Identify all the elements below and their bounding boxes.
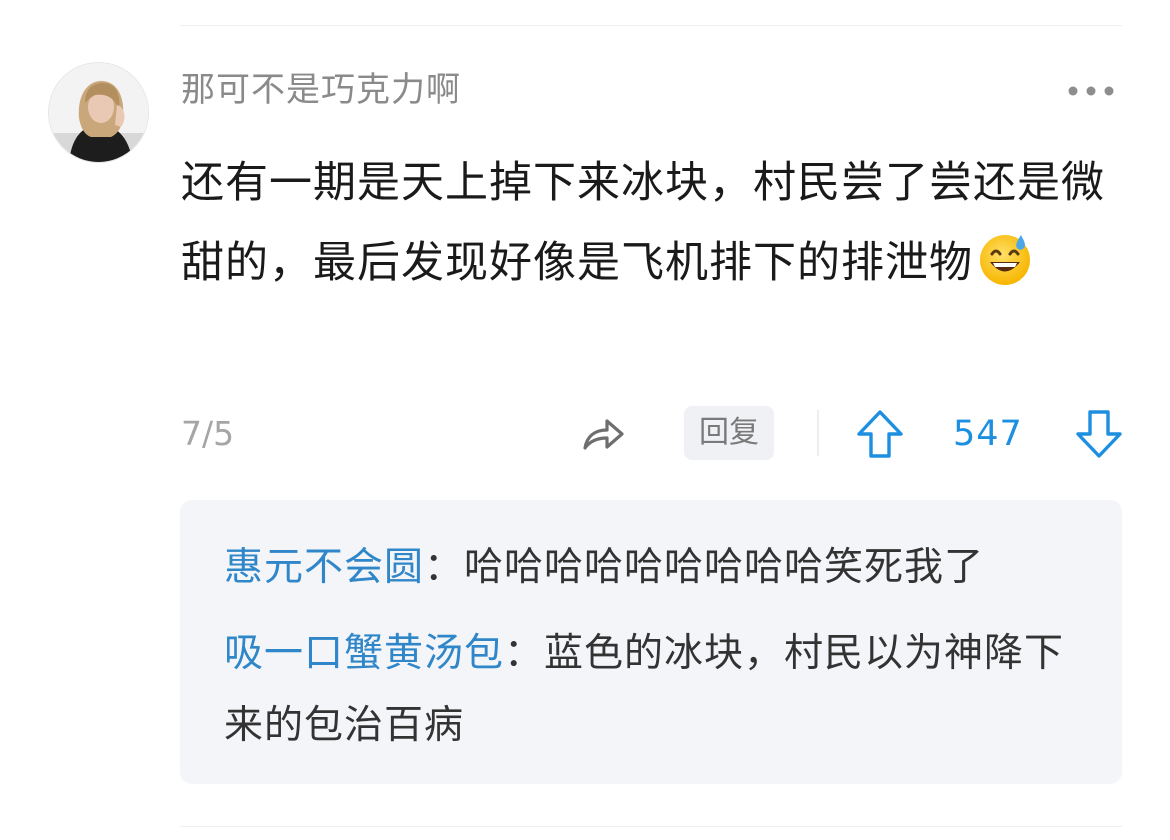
arrow-down-icon[interactable] [1074,408,1124,460]
share-arrow-icon[interactable] [579,410,627,458]
reply-author[interactable]: 惠元不会圆 [224,545,424,590]
reply-button[interactable]: 回复 [684,406,774,460]
bottom-divider [180,826,1122,827]
more-dots-icon[interactable] [1064,78,1118,104]
comment-body: 还有一期是天上掉下来冰块，村民尝了尝还是微甜的，最后发现好像是飞机排下的排泄物 [181,143,1111,313]
vertical-divider [817,410,819,456]
top-divider [180,25,1122,26]
avatar[interactable] [48,62,149,163]
reply-item[interactable]: 惠元不会圆：哈哈哈哈哈哈哈哈哈笑死我了 [224,532,1094,604]
comment-actions: 7/5 回复 547 [181,404,1124,464]
reply-item[interactable]: 吸一口蟹黄汤包：蓝色的冰块，村民以为神降下来的包治百病 [224,618,1094,762]
reply-separator: ： [424,545,465,590]
username[interactable]: 那可不是巧克力啊 [181,66,461,114]
arrow-up-icon[interactable] [855,408,905,460]
vote-count: 547 [953,414,1023,454]
comment-date: 7/5 [181,414,235,453]
comment-text: 还有一期是天上掉下来冰块，村民尝了尝还是微甜的，最后发现好像是飞机排下的排泄物 [181,158,1105,288]
reply-author[interactable]: 吸一口蟹黄汤包 [224,631,504,676]
grinning-sweat-emoji [977,231,1033,313]
reply-text: 哈哈哈哈哈哈哈哈哈笑死我了 [464,545,985,590]
reply-separator: ： [504,631,545,676]
